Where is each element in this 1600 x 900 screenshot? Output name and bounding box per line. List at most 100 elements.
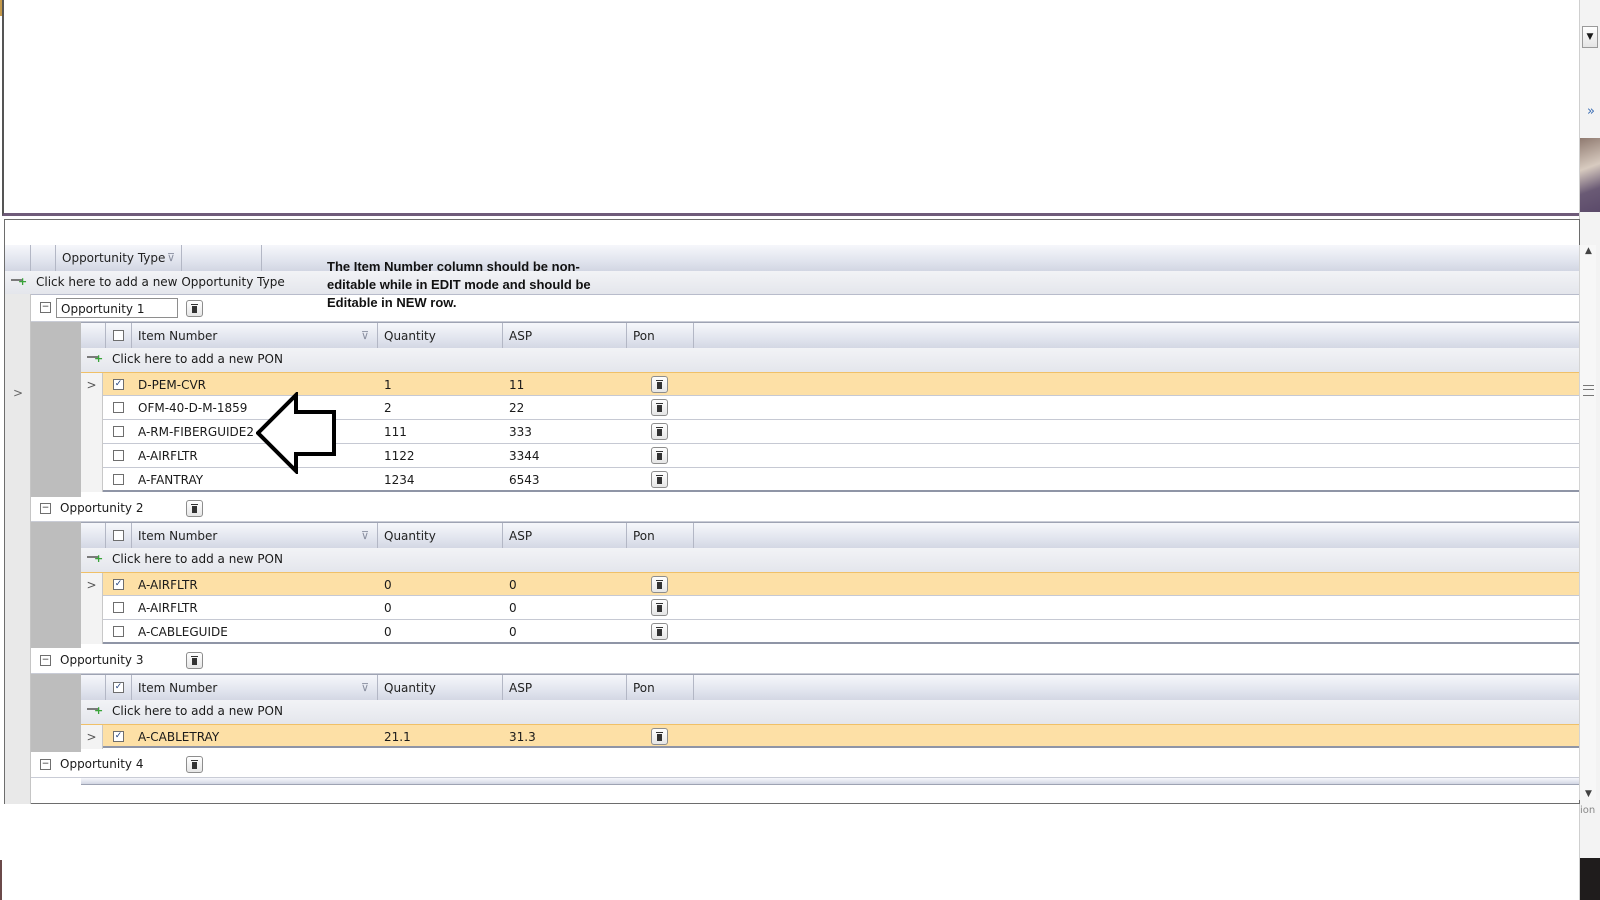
asp-cell[interactable]: 333 bbox=[509, 420, 532, 443]
collapse-toggle-icon[interactable]: − bbox=[40, 302, 51, 313]
asp-cell[interactable]: 31.3 bbox=[509, 725, 536, 746]
select-all-checkbox[interactable] bbox=[113, 330, 124, 341]
column-header-pon-action[interactable]: Pon Action bbox=[627, 523, 694, 569]
quantity-cell[interactable]: 1234 bbox=[384, 468, 415, 490]
table-row[interactable]: > ✓ A-AIRFLTR 0 0 bbox=[81, 572, 1579, 597]
table-row[interactable]: A-AIRFLTR 0 0 bbox=[81, 596, 1579, 620]
select-all-checkbox[interactable] bbox=[113, 530, 124, 541]
quantity-cell[interactable]: 111 bbox=[384, 420, 407, 443]
quantity-cell[interactable]: 1122 bbox=[384, 444, 415, 467]
column-header-pon-action[interactable]: Pon Action bbox=[627, 675, 694, 721]
filter-icon[interactable]: ⊽ bbox=[361, 323, 369, 349]
opportunity-name-field[interactable]: Opportunity 3 bbox=[56, 650, 182, 670]
column-header-item-number[interactable]: Item Number ⊽ bbox=[132, 323, 378, 349]
row-header-cell bbox=[81, 420, 103, 444]
asp-cell[interactable]: 11 bbox=[509, 373, 524, 395]
add-row-icon bbox=[87, 704, 103, 717]
delete-pon-button[interactable] bbox=[651, 623, 668, 640]
filter-icon[interactable]: ⊽ bbox=[167, 245, 175, 271]
delete-pon-button[interactable] bbox=[651, 576, 668, 593]
row-checkbox[interactable]: ✓ bbox=[113, 579, 124, 590]
vertical-scrollbar[interactable]: ▲ ▼ bbox=[1579, 245, 1596, 800]
column-header-asp[interactable]: ASP bbox=[503, 523, 627, 549]
row-expand-icon[interactable]: > bbox=[81, 373, 103, 397]
delete-opportunity-button[interactable] bbox=[186, 500, 203, 517]
dropdown-arrow-button[interactable]: ▼ bbox=[1582, 26, 1598, 48]
row-checkbox[interactable]: ✓ bbox=[113, 379, 124, 390]
delete-pon-button[interactable] bbox=[651, 376, 668, 393]
row-checkbox[interactable] bbox=[113, 626, 124, 637]
quantity-cell[interactable]: 0 bbox=[384, 573, 392, 595]
row-checkbox[interactable] bbox=[113, 474, 124, 485]
item-number-cell: A-AIRFLTR bbox=[138, 601, 198, 615]
row-expand-icon[interactable]: > bbox=[81, 725, 103, 749]
row-checkbox[interactable] bbox=[113, 450, 124, 461]
row-checkbox[interactable] bbox=[113, 602, 124, 613]
filter-icon[interactable]: ⊽ bbox=[361, 523, 369, 549]
table-row[interactable]: > ✓ A-CABLETRAY 21.1 31.3 bbox=[81, 724, 1579, 749]
delete-pon-button[interactable] bbox=[651, 447, 668, 464]
column-header-pon-action[interactable]: Pon Action bbox=[627, 323, 694, 369]
column-header-asp[interactable]: ASP bbox=[503, 675, 627, 701]
quantity-cell[interactable]: 1 bbox=[384, 373, 392, 395]
asp-cell[interactable]: 0 bbox=[509, 620, 517, 642]
column-header-quantity[interactable]: Quantity bbox=[378, 675, 503, 701]
row-expand-icon[interactable]: > bbox=[81, 573, 103, 597]
select-all-checkbox[interactable]: ✓ bbox=[113, 682, 124, 693]
add-opportunity-type-label: Click here to add a new Opportunity Type bbox=[36, 275, 285, 289]
scroll-thumb-grip[interactable] bbox=[1583, 385, 1594, 396]
column-header-item-number[interactable]: Item Number ⊽ bbox=[132, 523, 378, 549]
add-pon-row[interactable]: Click here to add a new PON bbox=[81, 348, 1579, 373]
quantity-cell[interactable]: 21.1 bbox=[384, 725, 411, 746]
child-grid-header: Item Number ⊽ Quantity ASP Pon Action bbox=[81, 322, 1579, 369]
delete-pon-button[interactable] bbox=[651, 728, 668, 745]
opportunity-grid: Opportunity Type ⊽ Click here to add a n… bbox=[4, 219, 1580, 804]
scroll-down-icon[interactable]: ▼ bbox=[1582, 789, 1595, 799]
scroll-up-icon[interactable]: ▲ bbox=[1582, 246, 1595, 256]
table-row[interactable]: A-CABLEGUIDE 0 0 bbox=[81, 620, 1579, 644]
child-header-select-all[interactable] bbox=[106, 323, 132, 349]
asp-cell[interactable]: 22 bbox=[509, 396, 524, 419]
header-opportunity-type[interactable]: Opportunity Type ⊽ bbox=[56, 245, 182, 271]
quantity-cell[interactable]: 0 bbox=[384, 620, 392, 642]
opportunity-name-field[interactable]: Opportunity 4 bbox=[56, 754, 182, 774]
child-header-select-all[interactable] bbox=[106, 523, 132, 549]
delete-opportunity-button[interactable] bbox=[186, 300, 203, 317]
add-pon-row[interactable]: Click here to add a new PON bbox=[81, 700, 1579, 725]
delete-pon-button[interactable] bbox=[651, 599, 668, 616]
delete-opportunity-button[interactable] bbox=[186, 652, 203, 669]
add-pon-row[interactable]: Click here to add a new PON bbox=[81, 548, 1579, 573]
opportunity-name-field[interactable]: Opportunity 1 bbox=[56, 298, 178, 318]
column-header-asp[interactable]: ASP bbox=[503, 323, 627, 349]
item-number-cell: A-FANTRAY bbox=[138, 473, 204, 487]
row-checkbox[interactable]: ✓ bbox=[113, 731, 124, 742]
delete-pon-button[interactable] bbox=[651, 471, 668, 488]
row-checkbox[interactable] bbox=[113, 402, 124, 413]
column-header-item-number[interactable]: Item Number ⊽ bbox=[132, 675, 378, 701]
row-header-cell bbox=[81, 596, 103, 620]
opportunity-name-value: Opportunity 2 bbox=[60, 501, 144, 515]
column-header-quantity[interactable]: Quantity bbox=[378, 523, 503, 549]
row-checkbox[interactable] bbox=[113, 426, 124, 437]
asp-cell[interactable]: 3344 bbox=[509, 444, 540, 467]
group-row-opportunity-2: − Opportunity 2 bbox=[31, 494, 1579, 522]
double-chevron-right-icon[interactable]: » bbox=[1583, 104, 1599, 120]
delete-pon-button[interactable] bbox=[651, 423, 668, 440]
asp-cell[interactable]: 0 bbox=[509, 573, 517, 595]
quantity-cell[interactable]: 2 bbox=[384, 396, 392, 419]
opportunity-name-field[interactable]: Opportunity 2 bbox=[56, 498, 182, 518]
add-opportunity-type-row[interactable]: Click here to add a new Opportunity Type bbox=[5, 271, 1579, 295]
collapse-toggle-icon[interactable]: − bbox=[40, 759, 51, 770]
child-header-indicator bbox=[81, 523, 106, 549]
filter-icon[interactable]: ⊽ bbox=[361, 675, 369, 701]
column-header-quantity[interactable]: Quantity bbox=[378, 323, 503, 349]
delete-opportunity-button[interactable] bbox=[186, 756, 203, 773]
collapse-toggle-icon[interactable]: − bbox=[40, 503, 51, 514]
child-header-select-all[interactable]: ✓ bbox=[106, 675, 132, 701]
asp-cell[interactable]: 0 bbox=[509, 596, 517, 619]
child-grid-header: ✓ Item Number ⊽ Quantity ASP Pon Action bbox=[81, 674, 1579, 721]
delete-pon-button[interactable] bbox=[651, 399, 668, 416]
collapse-toggle-icon[interactable]: − bbox=[40, 655, 51, 666]
quantity-cell[interactable]: 0 bbox=[384, 596, 392, 619]
asp-cell[interactable]: 6543 bbox=[509, 468, 540, 490]
